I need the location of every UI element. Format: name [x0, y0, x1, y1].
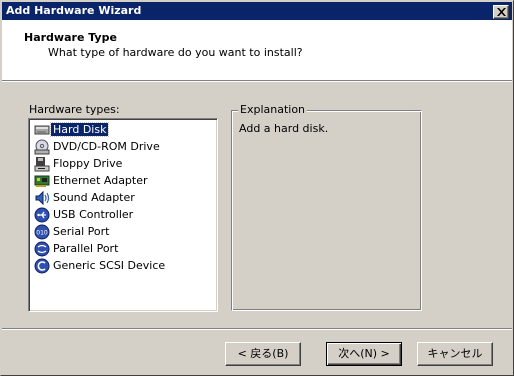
list-item-label: Hard Disk — [49, 122, 110, 137]
ethernet-adapter-icon — [34, 175, 50, 187]
list-item-label: Floppy Drive — [53, 157, 123, 170]
close-icon — [497, 8, 506, 16]
list-item-label: USB Controller — [53, 208, 134, 221]
list-item-label: Parallel Port — [53, 242, 119, 255]
list-item-label: DVD/CD-ROM Drive — [53, 140, 160, 153]
parallel-port-icon — [34, 241, 50, 257]
hard-disk-icon — [34, 125, 50, 135]
footer-divider — [2, 328, 512, 330]
list-item-label: Serial Port — [53, 225, 110, 238]
list-item-floppy[interactable]: Floppy Drive — [32, 155, 216, 172]
list-item-sound[interactable]: Sound Adapter — [32, 189, 216, 206]
list-item-label: Sound Adapter — [53, 191, 135, 204]
hardware-types-listbox[interactable]: Hard Disk DVD/CD-ROM Drive Floppy Drive — [28, 118, 218, 312]
svg-text:010: 010 — [36, 230, 48, 237]
list-item-parallel[interactable]: Parallel Port — [32, 240, 216, 257]
list-item-dvd-cdrom[interactable]: DVD/CD-ROM Drive — [32, 138, 216, 155]
scsi-device-icon — [34, 258, 50, 274]
list-item-ethernet[interactable]: Ethernet Adapter — [32, 172, 216, 189]
back-button[interactable]: < 戻る(B) — [225, 342, 301, 366]
page-title: Hardware Type — [24, 31, 117, 44]
explanation-legend: Explanation — [238, 103, 308, 116]
usb-controller-icon — [34, 207, 50, 223]
next-button[interactable]: 次へ(N) > — [326, 342, 402, 366]
serial-port-icon: 010 — [34, 224, 50, 240]
hardware-types-label: Hardware types: — [29, 103, 120, 116]
add-hardware-wizard-window: Add Hardware Wizard Hardware Type What t… — [0, 0, 514, 376]
cancel-button[interactable]: キャンセル — [417, 342, 493, 366]
floppy-drive-icon — [34, 157, 50, 172]
list-item-usb[interactable]: USB Controller — [32, 206, 216, 223]
dvd-cdrom-icon — [34, 139, 50, 155]
list-item-label: Ethernet Adapter — [53, 174, 148, 187]
page-subtitle: What type of hardware do you want to ins… — [48, 46, 303, 59]
close-button[interactable] — [493, 5, 509, 19]
title-bar[interactable]: Add Hardware Wizard — [2, 2, 512, 20]
wizard-header: Hardware Type What type of hardware do y… — [2, 20, 512, 80]
list-item-scsi[interactable]: Generic SCSI Device — [32, 257, 216, 274]
sound-adapter-icon — [35, 190, 50, 206]
list-item-label: Generic SCSI Device — [53, 259, 166, 272]
window-title: Add Hardware Wizard — [6, 4, 142, 17]
explanation-text: Add a hard disk. — [239, 122, 329, 135]
explanation-groupbox — [231, 110, 422, 311]
list-item-serial[interactable]: 010 Serial Port — [32, 223, 216, 240]
list-item-hard-disk[interactable]: Hard Disk — [32, 121, 216, 138]
header-divider — [2, 80, 512, 82]
